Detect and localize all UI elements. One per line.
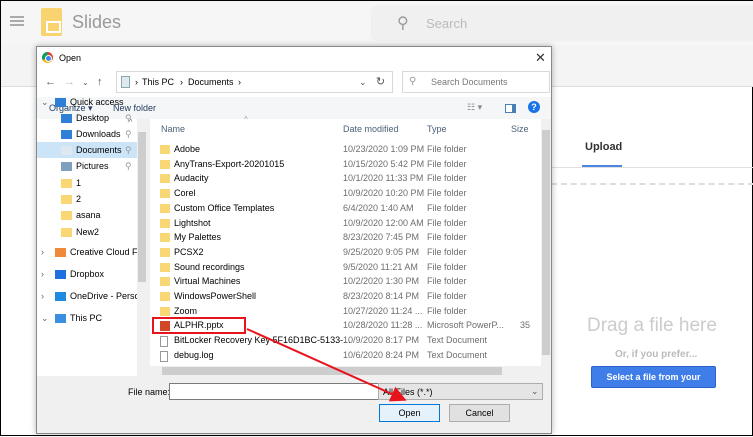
annotation-arrow: [246, 328, 407, 402]
